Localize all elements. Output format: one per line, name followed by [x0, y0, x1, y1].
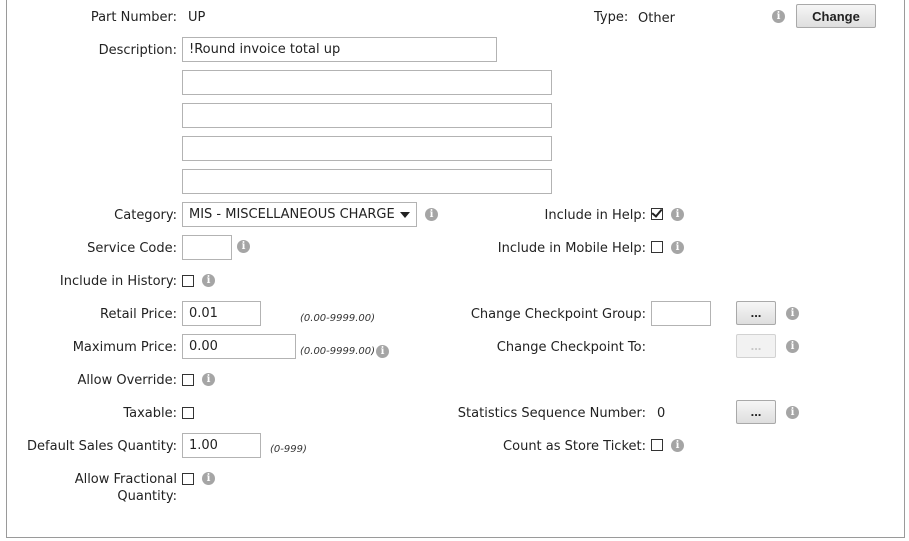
category-info-icon[interactable]: i	[425, 208, 438, 221]
change-checkpoint-group-browse-button[interactable]: ...	[736, 301, 776, 325]
include-in-help-info-icon[interactable]: i	[671, 208, 684, 221]
maximum-price-info-icon[interactable]: i	[376, 345, 389, 358]
statistics-sequence-number-label: Statistics Sequence Number:	[457, 406, 646, 421]
change-checkpoint-to-label: Change Checkpoint To:	[496, 340, 646, 355]
taxable-label: Taxable:	[123, 406, 177, 421]
count-as-store-ticket-info-icon[interactable]: i	[671, 439, 684, 452]
maximum-price-label: Maximum Price:	[72, 340, 177, 355]
change-checkpoint-group-label: Change Checkpoint Group:	[470, 307, 646, 322]
allow-fractional-quantity-label-line1: Allow Fractional	[74, 472, 177, 487]
description-line-3[interactable]	[182, 103, 552, 128]
count-as-store-ticket-label: Count as Store Ticket:	[503, 439, 646, 454]
service-code-input[interactable]	[182, 235, 232, 260]
category-selected-value: MIS - MISCELLANEOUS CHARGE	[189, 207, 395, 222]
maximum-price-range: (0.00-9999.00)	[300, 346, 376, 357]
change-checkpoint-group-input[interactable]	[651, 301, 711, 326]
chevron-down-icon	[400, 212, 410, 218]
include-in-mobile-help-label: Include in Mobile Help:	[497, 241, 646, 256]
part-number-label: Part Number:	[90, 10, 177, 25]
count-as-store-ticket-checkbox[interactable]	[651, 439, 663, 451]
include-in-help-checkbox[interactable]	[651, 208, 663, 220]
change-checkpoint-group-info-icon[interactable]: i	[786, 307, 799, 320]
category-label: Category:	[114, 208, 177, 223]
category-select[interactable]: MIS - MISCELLANEOUS CHARGE	[182, 202, 417, 227]
include-in-mobile-help-info-icon[interactable]: i	[671, 241, 684, 254]
default-sales-quantity-range: (0-999)	[270, 444, 307, 455]
default-sales-quantity-label: Default Sales Quantity:	[27, 439, 177, 454]
type-value: Other	[638, 11, 675, 26]
allow-override-checkbox[interactable]	[182, 374, 194, 386]
retail-price-input[interactable]	[182, 301, 261, 326]
include-in-history-info-icon[interactable]: i	[202, 274, 215, 287]
statistics-sequence-number-value: 0	[657, 406, 666, 421]
change-checkpoint-to-info-icon[interactable]: i	[786, 340, 799, 353]
description-label: Description:	[98, 43, 177, 58]
change-checkpoint-to-browse-button: ...	[736, 334, 776, 358]
service-code-info-icon[interactable]: i	[237, 240, 250, 253]
allow-fractional-quantity-label-line2: Quantity:	[117, 489, 177, 504]
allow-fractional-quantity-info-icon[interactable]: i	[202, 472, 215, 485]
retail-price-range: (0.00-9999.00)	[300, 313, 376, 324]
info-icon[interactable]: i	[772, 10, 785, 23]
type-label: Type:	[594, 10, 629, 25]
include-in-history-label: Include in History:	[59, 274, 177, 289]
retail-price-label: Retail Price:	[100, 307, 177, 322]
allow-override-label: Allow Override:	[77, 373, 177, 388]
maximum-price-input[interactable]	[182, 334, 296, 359]
part-number-value: UP	[188, 10, 206, 25]
service-code-label: Service Code:	[87, 241, 177, 256]
default-sales-quantity-input[interactable]	[182, 433, 261, 458]
allow-fractional-quantity-checkbox[interactable]	[182, 473, 194, 485]
description-line-1[interactable]	[182, 37, 497, 62]
include-in-mobile-help-checkbox[interactable]	[651, 241, 663, 253]
taxable-checkbox[interactable]	[182, 407, 194, 419]
statistics-sequence-browse-button[interactable]: ...	[736, 400, 776, 424]
description-line-2[interactable]	[182, 70, 552, 95]
change-type-button[interactable]: Change	[796, 4, 876, 28]
include-in-help-label: Include in Help:	[544, 208, 646, 223]
description-line-5[interactable]	[182, 169, 552, 194]
allow-override-info-icon[interactable]: i	[202, 373, 215, 386]
statistics-sequence-info-icon[interactable]: i	[786, 406, 799, 419]
description-line-4[interactable]	[182, 136, 552, 161]
include-in-history-checkbox[interactable]	[182, 275, 194, 287]
